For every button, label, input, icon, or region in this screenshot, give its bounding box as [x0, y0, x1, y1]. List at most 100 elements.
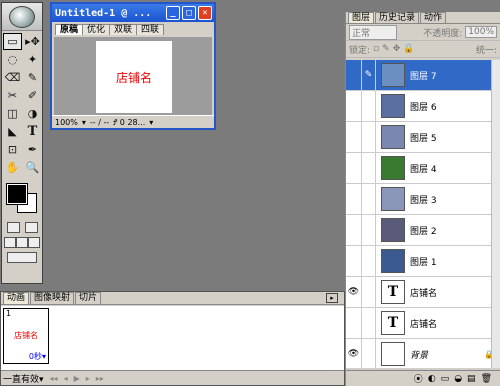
foreground-color[interactable] — [6, 183, 28, 205]
tab-slices[interactable]: 切片 — [75, 292, 102, 304]
color-swatches[interactable] — [4, 182, 40, 216]
pencil-tool-icon[interactable]: ✎ — [23, 69, 42, 86]
zoom-tool-icon[interactable]: 🔍 — [23, 159, 42, 176]
zoom-dropdown-icon[interactable]: ▾ — [82, 118, 86, 127]
layer-row[interactable]: ✎ 图层 7 — [346, 59, 500, 91]
tab-original[interactable]: 原稿 — [55, 24, 84, 35]
link-toggle[interactable] — [362, 121, 376, 153]
visibility-toggle[interactable] — [346, 59, 362, 91]
layer-row[interactable]: 图层 3 — [346, 183, 500, 215]
tab-image-map[interactable]: 图像映射 — [30, 292, 75, 304]
toolbox: ▭ ▸✥ ◌ ✦ ⌫ ✎ ✂ ✐ ◫ ◑ ◣ T ⊡ ✒ ✋ 🔍 — [1, 2, 43, 284]
trash-icon[interactable]: 🗑 — [481, 374, 492, 384]
link-toggle[interactable] — [362, 307, 376, 339]
layer-row[interactable]: T 店铺名 — [346, 307, 500, 339]
loop-select[interactable]: 一直有效▾ — [3, 372, 44, 385]
dodge-tool-icon[interactable]: ◑ — [23, 105, 42, 122]
eye-icon[interactable]: 👁 — [346, 276, 362, 308]
layer-thumbnail — [381, 125, 405, 149]
play-button[interactable]: ▶ — [74, 374, 80, 383]
lock-move-icon[interactable]: ✥ — [393, 44, 401, 54]
crop-tool-icon[interactable]: ✂ — [3, 87, 22, 104]
animation-frame[interactable]: 1 店铺名 0秒▾ — [3, 308, 49, 364]
link-toggle[interactable] — [362, 245, 376, 277]
new-layer-icon[interactable]: ▤ — [467, 374, 476, 384]
standard-mode-icon[interactable] — [6, 222, 20, 233]
layer-row[interactable]: 图层 1 — [346, 245, 500, 277]
opacity-input[interactable]: 100% — [465, 26, 497, 38]
layer-row[interactable]: 👁 背景 🔒 — [346, 338, 500, 370]
tab-actions[interactable]: 动作 — [420, 12, 447, 23]
layer-row[interactable]: 图层 5 — [346, 121, 500, 153]
title-bar[interactable]: Untitled-1 @ ... _ □ ✕ — [52, 4, 214, 22]
frame-delay[interactable]: 0秒▾ — [29, 351, 46, 362]
magic-wand-icon[interactable]: ✦ — [23, 51, 42, 68]
layer-name: 图层 2 — [410, 226, 437, 237]
tab-animation[interactable]: 动画 — [3, 292, 30, 304]
link-toggle[interactable] — [362, 90, 376, 122]
move-tool-icon[interactable]: ▸✥ — [23, 33, 42, 50]
visibility-toggle[interactable] — [346, 90, 362, 122]
prev-frame-button[interactable]: ◂ — [64, 374, 68, 383]
lock-paint-icon[interactable]: ✎ — [382, 44, 390, 54]
eye-icon[interactable]: 👁 — [346, 338, 362, 370]
layers-scrollbar[interactable] — [491, 60, 500, 368]
quickmask-mode-icon[interactable] — [24, 222, 38, 233]
eraser-tool-icon[interactable]: ⌫ — [3, 69, 22, 86]
slice-tool-icon[interactable]: ⊡ — [3, 141, 22, 158]
visibility-toggle[interactable] — [346, 307, 362, 339]
screen-mode-1-icon[interactable] — [4, 237, 16, 248]
last-frame-button[interactable]: ▸▸ — [96, 374, 104, 383]
jump-to-imageready-icon[interactable] — [7, 252, 37, 263]
visibility-toggle[interactable] — [346, 214, 362, 246]
status-dropdown-icon[interactable]: ▾ — [149, 118, 153, 127]
blend-mode-select[interactable]: 正常 — [349, 24, 397, 40]
visibility-toggle[interactable] — [346, 245, 362, 277]
mask-icon[interactable]: ◐ — [428, 374, 436, 384]
adjustment-layer-icon[interactable]: ◒ — [454, 374, 462, 384]
lock-transparent-icon[interactable]: ▫ — [373, 44, 379, 54]
tab-2up[interactable]: 双联 — [109, 24, 138, 35]
tab-layers[interactable]: 图层 — [348, 12, 375, 23]
screen-mode-2-icon[interactable] — [16, 237, 28, 248]
first-frame-button[interactable]: ◂◂ — [50, 374, 58, 383]
tab-4up[interactable]: 四联 — [136, 24, 165, 35]
text-layer-thumbnail: T — [381, 311, 405, 335]
next-frame-button[interactable]: ▸ — [86, 374, 90, 383]
rectangle-tool-icon[interactable]: ◫ — [3, 105, 22, 122]
paint-bucket-icon[interactable]: ◣ — [3, 123, 22, 140]
panel-menu-icon[interactable]: ▸ — [326, 293, 338, 303]
canvas[interactable]: 店铺名 — [96, 41, 172, 113]
hand-tool-icon[interactable]: ✋ — [3, 159, 22, 176]
link-toggle[interactable] — [362, 338, 376, 370]
new-set-icon[interactable]: ▭ — [441, 374, 450, 384]
visibility-toggle[interactable] — [346, 152, 362, 184]
type-tool-icon[interactable]: T — [23, 123, 42, 140]
zoom-level[interactable]: 100% — [55, 118, 78, 127]
eyedropper-icon[interactable]: ✒ — [23, 141, 42, 158]
layer-style-icon[interactable]: ⦿ — [414, 372, 423, 385]
tab-optimized[interactable]: 优化 — [82, 24, 111, 35]
tab-history[interactable]: 历史记录 — [375, 12, 420, 23]
link-toggle[interactable] — [362, 183, 376, 215]
animation-tabs: 动画 图像映射 切片 ▸ — [1, 292, 344, 305]
lasso-tool-icon[interactable]: ◌ — [3, 51, 22, 68]
close-button[interactable]: ✕ — [198, 6, 212, 20]
screen-mode-3-icon[interactable] — [28, 237, 40, 248]
brush-tool-icon[interactable]: ✐ — [23, 87, 42, 104]
maximize-button[interactable]: □ — [182, 6, 196, 20]
visibility-toggle[interactable] — [346, 183, 362, 215]
canvas-area[interactable]: 店铺名 — [54, 37, 212, 115]
link-toggle[interactable] — [362, 276, 376, 308]
layer-thumbnail — [381, 156, 405, 180]
link-toggle[interactable] — [362, 152, 376, 184]
minimize-button[interactable]: _ — [166, 6, 180, 20]
layer-row[interactable]: 图层 4 — [346, 152, 500, 184]
layer-row[interactable]: 图层 6 — [346, 90, 500, 122]
layer-row[interactable]: 图层 2 — [346, 214, 500, 246]
link-toggle[interactable] — [362, 214, 376, 246]
visibility-toggle[interactable] — [346, 121, 362, 153]
lock-all-icon[interactable]: 🔒 — [403, 44, 414, 54]
layer-row[interactable]: 👁 T 店铺名 — [346, 276, 500, 308]
marquee-tool-icon[interactable]: ▭ — [3, 33, 22, 50]
